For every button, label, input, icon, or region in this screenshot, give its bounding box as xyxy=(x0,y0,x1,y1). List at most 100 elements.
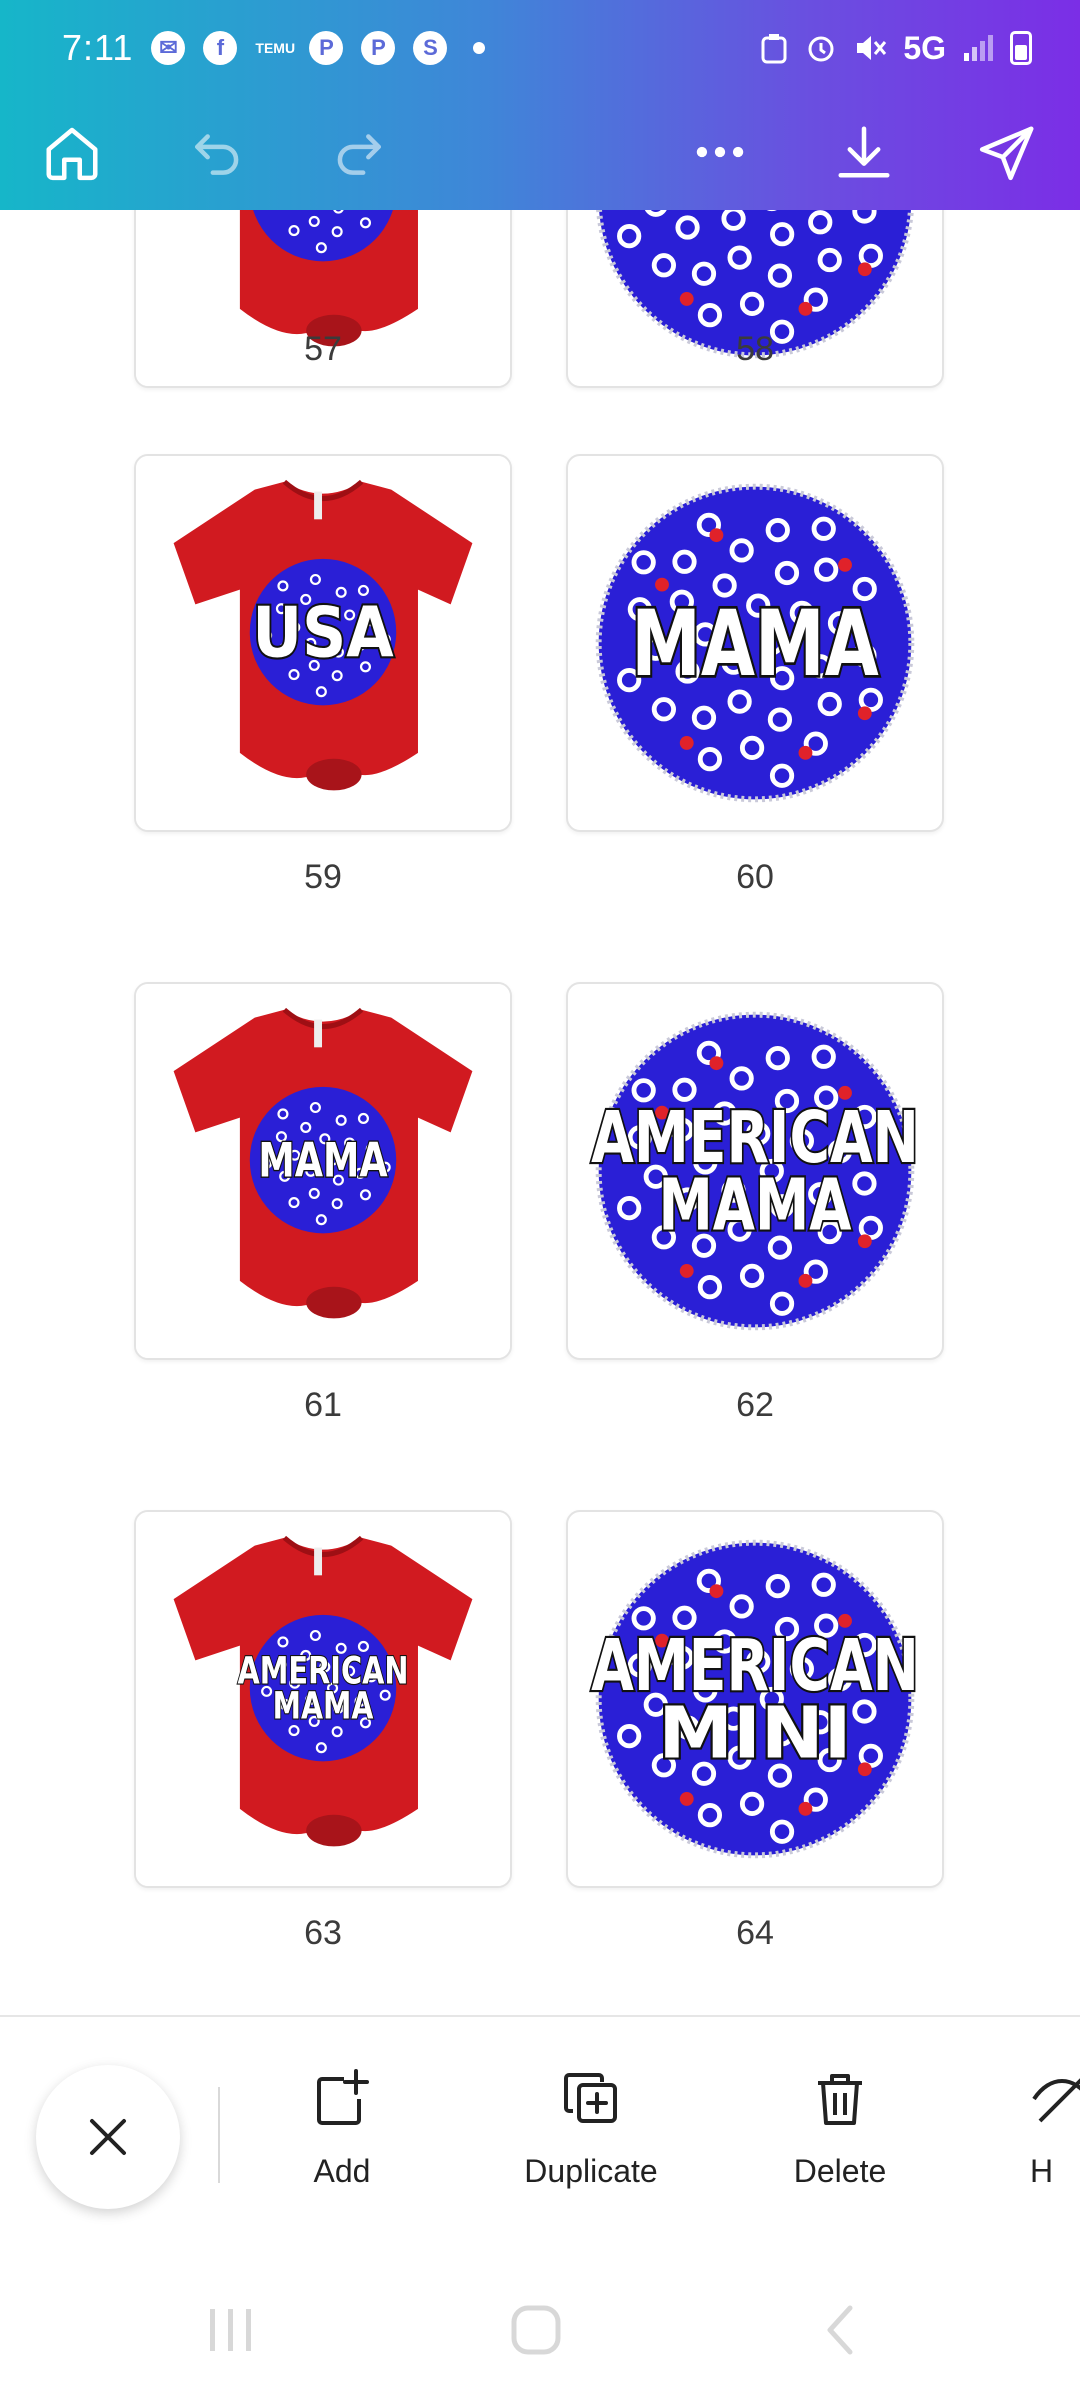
red-splatter xyxy=(798,1801,813,1816)
page-61-thumbnail-image: MAMA xyxy=(136,984,510,1358)
red-splatter xyxy=(709,1584,724,1599)
more-icon xyxy=(696,146,744,158)
red-splatter xyxy=(857,1234,872,1249)
page-thumbnail[interactable]: MAMA xyxy=(566,454,944,832)
mute-icon xyxy=(857,36,887,60)
duplicate-page-button[interactable]: Duplicate xyxy=(491,2067,691,2217)
recent-apps-button[interactable] xyxy=(192,2295,272,2365)
back-icon xyxy=(827,2305,853,2355)
temu-icon: TEMU xyxy=(255,40,296,56)
red-splatter xyxy=(857,1762,872,1777)
home-nav-button[interactable] xyxy=(496,2295,576,2365)
tshirt-knot xyxy=(306,1286,362,1319)
add-page-button[interactable]: Add xyxy=(242,2067,442,2217)
home-button[interactable] xyxy=(30,110,114,194)
design-text: MAMA xyxy=(658,1164,851,1247)
page-63-thumbnail-image: AMERICANMAMA xyxy=(136,1512,510,1886)
page-thumbnail[interactable]: USA xyxy=(134,454,512,832)
home-icon xyxy=(46,127,98,181)
hide-icon xyxy=(1032,2078,1080,2123)
tshirt-tag xyxy=(314,1019,323,1048)
design-text: MAMA xyxy=(258,1134,387,1189)
more-options-button[interactable] xyxy=(678,110,762,194)
red-splatter xyxy=(679,1792,694,1806)
tshirt-knot xyxy=(306,758,362,791)
page-thumbnail[interactable]: AMERICAN MINI xyxy=(566,1510,944,1888)
alarm-icon xyxy=(808,36,834,62)
hide-page-button[interactable]: H xyxy=(1030,2067,1080,2217)
red-splatter xyxy=(679,292,694,306)
undo-button[interactable] xyxy=(176,110,260,194)
design-text: MAMA xyxy=(273,1685,374,1728)
sync-icon xyxy=(761,34,787,64)
system-nav-bar xyxy=(0,2265,1080,2400)
page-thumbnail[interactable]: AMERICAN MAMA xyxy=(566,982,944,1360)
editor-toolbar xyxy=(0,96,1080,210)
page-number: 58 xyxy=(736,330,774,368)
red-splatter xyxy=(798,1273,813,1288)
pages-grid: 57 58 USA 59 MAMA 60 MAMA 61 AMERICAN MAM… xyxy=(0,210,1080,2015)
page-number: 59 xyxy=(304,858,342,896)
page-number: 62 xyxy=(736,1386,774,1424)
status-bar: 7:11 ✉ f TEMU P P S 5G xyxy=(0,0,1080,96)
page-number: 57 xyxy=(304,330,342,368)
top-header: 7:11 ✉ f TEMU P P S 5G xyxy=(0,0,1080,210)
page-actions-bar: Add Duplicate Delete H xyxy=(0,2015,1080,2267)
messenger-icon: ✉ xyxy=(151,31,186,65)
add-label: Add xyxy=(313,2153,371,2189)
tshirt-tag xyxy=(314,491,323,520)
recent-apps-icon xyxy=(210,2309,251,2351)
close-button[interactable] xyxy=(36,2065,180,2209)
download-icon xyxy=(838,126,890,178)
close-icon xyxy=(90,2119,126,2155)
page-number: 63 xyxy=(304,1914,342,1952)
page-60-thumbnail-image: MAMA xyxy=(595,483,915,803)
page-number: 61 xyxy=(304,1386,342,1424)
page-thumbnail[interactable]: MAMA xyxy=(134,982,512,1360)
red-splatter xyxy=(679,736,694,750)
add-page-icon xyxy=(317,2069,369,2125)
design-text: USA xyxy=(252,593,394,673)
red-splatter xyxy=(838,557,852,572)
duplicate-icon xyxy=(564,2073,617,2123)
page-number: 64 xyxy=(736,1914,774,1952)
redo-button[interactable] xyxy=(316,110,400,194)
status-time: 7:11 xyxy=(62,27,134,68)
hide-label: H xyxy=(1030,2153,1054,2189)
signal-icon xyxy=(964,35,993,61)
red-splatter xyxy=(655,577,669,592)
download-button[interactable] xyxy=(822,110,906,194)
pinterest-icon: P xyxy=(361,31,396,65)
red-splatter xyxy=(798,745,813,760)
page-62-thumbnail-image: AMERICANMAMA xyxy=(589,1011,921,1331)
tshirt-tag xyxy=(314,1547,323,1576)
network-type: 5G xyxy=(903,29,946,66)
shopify-icon: S xyxy=(413,31,448,65)
trash-icon xyxy=(818,2074,862,2125)
facebook-icon: f xyxy=(203,31,238,65)
tshirt-knot xyxy=(306,1814,362,1847)
delete-page-button[interactable]: Delete xyxy=(740,2067,940,2217)
delete-label: Delete xyxy=(793,2153,887,2189)
page-59-thumbnail-image: USA xyxy=(136,456,510,830)
page-number: 60 xyxy=(736,858,774,896)
pinterest-icon: P xyxy=(309,31,344,65)
design-text: MAMA xyxy=(631,592,879,697)
red-splatter xyxy=(857,262,872,277)
notification-dot-icon xyxy=(473,42,486,54)
red-splatter xyxy=(857,706,872,721)
red-splatter xyxy=(679,1264,694,1278)
home-nav-icon xyxy=(511,2305,561,2355)
battery-icon xyxy=(1010,31,1032,65)
red-splatter xyxy=(709,528,724,543)
page-thumbnail[interactable]: AMERICAN MAMA xyxy=(134,1510,512,1888)
red-splatter xyxy=(798,301,813,316)
design-text: MINI xyxy=(658,1692,851,1775)
divider xyxy=(218,2087,220,2183)
undo-icon xyxy=(195,134,239,175)
red-splatter xyxy=(709,1056,724,1071)
page-64-thumbnail-image: AMERICANMINI xyxy=(589,1539,921,1859)
redo-icon xyxy=(337,134,381,175)
back-button[interactable] xyxy=(800,2295,880,2365)
share-button[interactable] xyxy=(966,110,1050,194)
